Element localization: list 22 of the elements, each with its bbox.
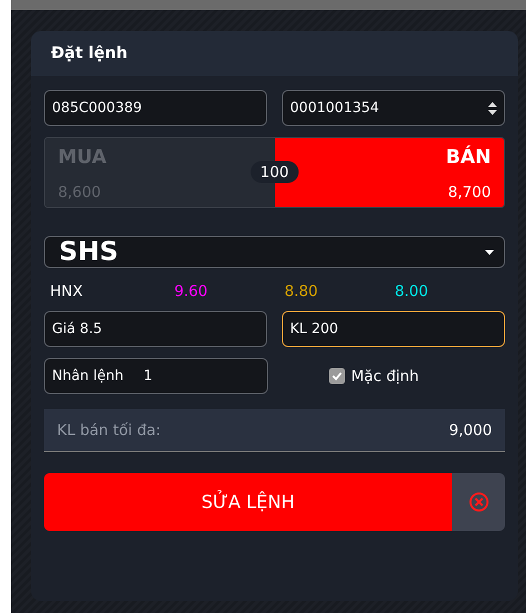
sort-icon [488, 102, 497, 114]
price-value: 8.80 [284, 282, 319, 300]
caret-icon [485, 250, 494, 254]
price-value: 8.00 [394, 282, 430, 300]
lot-badge: 100 [250, 161, 299, 183]
sub-account-select[interactable]: 0001001354 [282, 90, 505, 126]
symbol-select[interactable]: SHS [44, 236, 505, 268]
account-field[interactable]: 085C000389 [44, 90, 267, 126]
price-value: 9.60 [174, 282, 209, 300]
price-field[interactable]: Giá 8.5 [44, 311, 267, 347]
panel-title: Đặt lệnh [51, 43, 128, 62]
max-sell-label: KL bán tối đa: [57, 421, 161, 439]
volume-field[interactable]: KL 200 [282, 311, 505, 347]
check-icon [331, 370, 344, 382]
default-checkbox[interactable] [329, 368, 346, 384]
exchange-label: HNX [50, 282, 84, 300]
cancel-button[interactable] [452, 473, 505, 531]
submit-button[interactable]: SỬA LỆNH [44, 473, 452, 531]
multiplier-field[interactable]: Nhân lệnh 1 [44, 358, 268, 394]
max-sell-value: 9,000 [449, 421, 492, 439]
close-icon [468, 492, 488, 512]
checkbox-label: Mặc định [351, 367, 419, 385]
